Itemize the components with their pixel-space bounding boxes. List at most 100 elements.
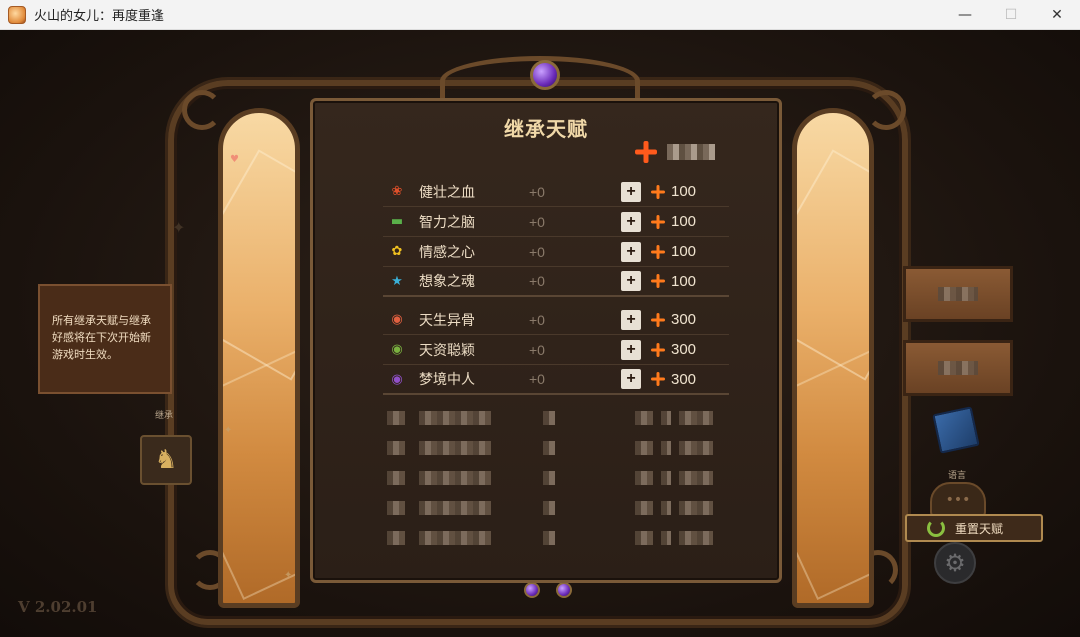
talent-row: ▬ 智力之脑 +0 +100 xyxy=(383,207,729,237)
obscured-content xyxy=(419,471,491,485)
talent-bonus: +0 xyxy=(529,341,545,358)
talent-label: 想象之魂 xyxy=(419,274,475,290)
talent-cost: 300 xyxy=(651,311,696,328)
side-card-1[interactable] xyxy=(903,266,1013,322)
purple-gem-icon xyxy=(530,60,560,90)
talent-cost: 300 xyxy=(651,371,696,388)
obscured-content xyxy=(419,411,491,425)
obscured-content xyxy=(419,501,491,515)
add-talent-button[interactable]: + xyxy=(621,241,641,262)
obscured-content xyxy=(635,531,653,545)
spark-icon xyxy=(651,245,665,259)
sparkle-icon: ✦ xyxy=(224,425,233,436)
side-card-label-obscured xyxy=(938,287,978,301)
sparkle-icon: ✦ xyxy=(172,218,186,237)
talent-bonus: +0 xyxy=(529,311,545,328)
talent-bonus: +0 xyxy=(529,243,545,260)
add-talent-button[interactable]: + xyxy=(621,339,641,360)
stained-glass-left xyxy=(218,108,300,608)
obscured-content xyxy=(661,501,671,515)
chess-knight-icon: ♞ xyxy=(154,445,178,475)
talent-row: ❀ 健壮之血 +0 +100 xyxy=(383,177,729,207)
add-talent-button[interactable]: + xyxy=(621,369,641,389)
panel-title: 继承天赋 xyxy=(504,117,588,141)
obscured-content xyxy=(661,411,671,425)
settings-button[interactable]: ⚙ xyxy=(934,542,976,584)
ellipsis-icon: ••• xyxy=(945,492,971,508)
obscured-content xyxy=(543,441,555,455)
obscured-content xyxy=(387,441,405,455)
obscured-content xyxy=(635,441,653,455)
talent-row: ✿ 情感之心 +0 +100 xyxy=(383,237,729,267)
talent-cost-value: 100 xyxy=(671,243,697,260)
heart-icon: ♥ xyxy=(230,154,239,165)
spark-icon xyxy=(651,215,665,229)
maximize-button[interactable]: ☐ xyxy=(988,0,1034,30)
talent-label: 智力之脑 xyxy=(419,214,475,231)
obscured-content xyxy=(635,471,653,485)
stained-glass-right xyxy=(792,108,874,608)
talent-bonus: +0 xyxy=(529,273,545,289)
talent-list: ❀ 健壮之血 +0 +100 ▬ 智力之脑 +0 +100 ✿ 情感之心 +0 +100 ★ 想象之魂 +0… xyxy=(383,177,729,553)
currency-display xyxy=(635,141,715,163)
app-icon xyxy=(8,5,26,24)
reset-talent-label: 重置天赋 xyxy=(955,521,1004,536)
talent-row: ◉ 梦境中人 +0 +300 xyxy=(383,365,729,395)
talent-cost: 100 xyxy=(651,213,696,230)
obscured-content xyxy=(661,471,671,485)
side-card-2[interactable] xyxy=(903,340,1013,396)
star-icon: ★ xyxy=(391,273,403,289)
reset-talent-button[interactable]: 重置天赋 xyxy=(905,514,1043,542)
talent-row: ◉ 天生异骨 +0 +300 xyxy=(383,305,729,335)
talent-label: 情感之心 xyxy=(419,244,475,261)
inherit-info-box: 所有继承天赋与继承好感将在下次开始新游戏时生效。 xyxy=(38,284,172,394)
add-talent-button[interactable]: + xyxy=(621,271,641,291)
frame-curl-left xyxy=(182,90,222,130)
locked-talent-row xyxy=(383,493,729,523)
sparkle-icon: ✦ xyxy=(284,570,293,581)
talent-cost: 100 xyxy=(651,273,696,290)
close-button[interactable]: ✕ xyxy=(1034,0,1080,30)
add-talent-button[interactable]: + xyxy=(621,309,641,330)
obscured-content xyxy=(387,411,405,425)
flower-icon: ✿ xyxy=(391,244,403,259)
obscured-content xyxy=(387,501,405,515)
rose-badge-icon: ◉ xyxy=(391,371,403,387)
talent-cost-value: 300 xyxy=(671,311,697,328)
spark-icon xyxy=(651,313,665,327)
paw-icon: ❀ xyxy=(391,184,403,199)
book-icon[interactable] xyxy=(932,406,980,454)
add-talent-button[interactable]: + xyxy=(621,211,641,232)
talent-cost-value: 100 xyxy=(671,183,697,200)
locked-talent-row xyxy=(383,463,729,493)
talent-cost-value: 300 xyxy=(671,341,697,358)
talent-cost-value: 300 xyxy=(671,370,697,388)
inherit-label: 继承 xyxy=(155,411,174,421)
language-label: 语言 xyxy=(948,471,967,481)
talent-bonus: +0 xyxy=(529,183,545,200)
obscured-content xyxy=(543,471,555,485)
language-button[interactable]: ••• xyxy=(930,482,986,518)
obscured-content xyxy=(679,411,713,425)
talent-label: 健壮之血 xyxy=(419,184,475,201)
locked-talent-row xyxy=(383,433,729,463)
obscured-content xyxy=(419,441,491,455)
obscured-content xyxy=(419,531,491,545)
talent-cost-value: 100 xyxy=(671,213,697,230)
minimize-button[interactable]: — xyxy=(942,0,988,30)
bone-badge-icon: ◉ xyxy=(391,312,403,327)
add-talent-button[interactable]: + xyxy=(621,181,641,202)
obscured-content xyxy=(635,501,653,515)
inherit-talent-panel: 继承天赋 ❀ 健壮之血 +0 +100 ▬ 智力之脑 +0 +100 ✿ 情感之心 +0 +100 ★ 想… xyxy=(310,98,782,583)
talent-label: 天生异骨 xyxy=(419,312,475,329)
game-viewport: ✦ ✦ ♥ ✦ ✦ ✦ 继承天赋 ❀健壮之血+0+100▬智力之脑+0+100✿… xyxy=(0,30,1080,637)
inherit-button[interactable]: ♞ xyxy=(140,435,192,485)
obscured-content xyxy=(679,531,713,545)
window-title: 火山的女儿：再度重逢 xyxy=(34,9,165,24)
leaf-badge-icon: ◉ xyxy=(391,342,403,357)
book-icon: ▬ xyxy=(390,214,404,229)
obscured-content xyxy=(635,411,653,425)
talent-cost: 300 xyxy=(651,341,696,358)
talent-bonus: +0 xyxy=(529,371,545,387)
obscured-content xyxy=(387,531,405,545)
